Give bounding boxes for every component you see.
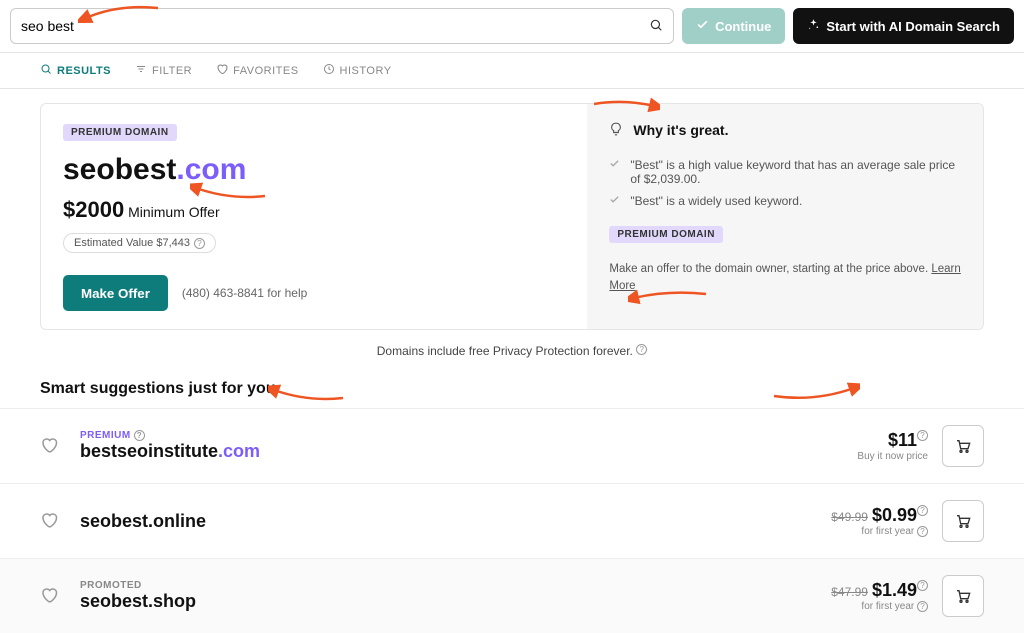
continue-button[interactable]: Continue — [682, 8, 785, 44]
old-price: $49.99 — [831, 510, 868, 524]
old-price: $47.99 — [831, 585, 868, 599]
sparkle-icon — [807, 18, 820, 34]
domain-result-row: PROMOTED seobest.shop $47.99 $1.49? for f… — [0, 558, 1024, 633]
domain-result-row: seobest.online $49.99 $0.99? for first ye… — [0, 483, 1024, 558]
bulb-icon — [609, 122, 623, 139]
search-icon[interactable] — [649, 18, 663, 35]
favorite-toggle[interactable] — [40, 436, 58, 457]
info-icon[interactable]: ? — [917, 580, 928, 591]
great-point-1: "Best" is a high value keyword that has … — [630, 158, 961, 186]
info-icon[interactable]: ? — [917, 601, 928, 612]
ai-search-button[interactable]: Start with AI Domain Search — [793, 8, 1014, 44]
offer-price: $2000 — [63, 197, 124, 222]
estimated-value-pill[interactable]: Estimated Value $7,443 ? — [63, 233, 216, 253]
filter-icon — [135, 63, 147, 78]
search-box[interactable] — [10, 8, 674, 44]
favorite-toggle[interactable] — [40, 586, 58, 607]
add-to-cart-button[interactable] — [942, 500, 984, 542]
check-icon — [696, 18, 709, 34]
check-icon — [609, 194, 620, 208]
domain-title: seobest.com — [63, 153, 565, 187]
price-sublabel: Buy it now price — [857, 451, 928, 462]
info-icon[interactable]: ? — [134, 430, 145, 441]
premium-badge-right: PREMIUM DOMAIN — [609, 226, 723, 243]
result-tag: PROMOTED — [80, 580, 831, 591]
history-icon — [323, 63, 335, 78]
ai-label: Start with AI Domain Search — [826, 19, 1000, 34]
privacy-notice: Domains include free Privacy Protection … — [0, 344, 1024, 358]
add-to-cart-button[interactable] — [942, 425, 984, 467]
add-to-cart-button[interactable] — [942, 575, 984, 617]
info-icon[interactable]: ? — [917, 430, 928, 441]
result-price: $1.49 — [872, 580, 917, 600]
great-point-2: "Best" is a widely used keyword. — [630, 194, 802, 208]
tab-results-label: RESULTS — [57, 65, 111, 77]
favorite-toggle[interactable] — [40, 511, 58, 532]
tab-filter[interactable]: FILTER — [135, 63, 192, 78]
info-icon[interactable]: ? — [636, 344, 647, 355]
estimated-value-label: Estimated Value $7,443 — [74, 237, 190, 249]
result-domain[interactable]: seobest.online — [80, 511, 831, 532]
heart-icon — [216, 63, 228, 78]
info-icon: ? — [194, 238, 205, 249]
premium-badge: PREMIUM DOMAIN — [63, 124, 177, 141]
tab-favorites[interactable]: FAVORITES — [216, 63, 298, 78]
help-phone: (480) 463-8841 for help — [182, 286, 307, 300]
info-icon[interactable]: ? — [917, 526, 928, 537]
result-price: $11 — [888, 430, 917, 450]
domain-base: seobest — [63, 153, 176, 186]
result-domain[interactable]: seobest.shop — [80, 591, 831, 612]
price-sublabel: for first year ? — [831, 526, 928, 537]
suggestions-heading: Smart suggestions just for you — [40, 380, 984, 398]
domain-tld: .com — [176, 153, 246, 186]
offer-label: Minimum Offer — [128, 204, 220, 220]
why-great-title: Why it's great. — [633, 122, 728, 138]
result-tag: PREMIUM ? — [80, 430, 857, 441]
search-input[interactable] — [21, 18, 649, 34]
result-domain[interactable]: bestseoinstitute.com — [80, 441, 857, 462]
make-offer-button[interactable]: Make Offer — [63, 275, 168, 311]
tab-filter-label: FILTER — [152, 65, 192, 77]
tab-history[interactable]: HISTORY — [323, 63, 392, 78]
check-icon — [609, 158, 620, 172]
info-icon[interactable]: ? — [917, 505, 928, 516]
search-icon — [40, 63, 52, 78]
domain-result-row: PREMIUM ? bestseoinstitute.com $11? Buy … — [0, 408, 1024, 483]
tab-history-label: HISTORY — [340, 65, 392, 77]
result-price: $0.99 — [872, 505, 917, 525]
price-sublabel: for first year ? — [831, 601, 928, 612]
continue-label: Continue — [715, 19, 771, 34]
premium-description: Make an offer to the domain owner, start… — [609, 263, 928, 275]
tab-results[interactable]: RESULTS — [40, 63, 111, 78]
offer-price-row: $2000 Minimum Offer — [63, 197, 565, 223]
tab-favorites-label: FAVORITES — [233, 65, 298, 77]
